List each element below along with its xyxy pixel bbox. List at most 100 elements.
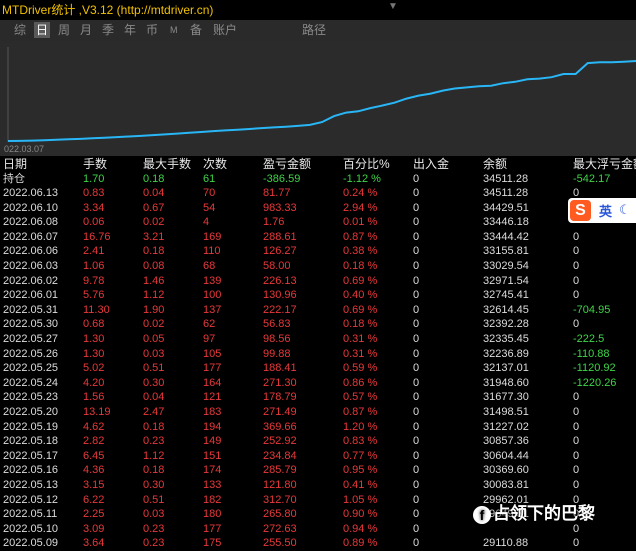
header-cell[interactable]: 出入金 [413,157,449,171]
table-row[interactable]: 2022.05.20 13.19 2.47 183 271.49 0.87 % 0 31498… [0,405,636,419]
cell-max_float: 0 [573,391,580,404]
header-cell[interactable]: 盈亏金额 [263,157,311,171]
cell-balance: 33029.54 [483,260,529,272]
tab-8[interactable]: 备 [188,22,204,38]
ime-language-indicator[interactable]: 英 [599,201,612,220]
table-row[interactable]: 2022.05.18 2.82 0.23 149 252.92 0.83 % 0 30857.… [0,434,636,448]
cell-pct: -1.12 % [343,173,381,185]
tab-3[interactable]: 月 [78,22,94,38]
table-row[interactable]: 2022.05.16 4.36 0.18 174 285.79 0.95 % 0 30369.… [0,463,636,477]
cell-flow: 0 [413,406,420,418]
table-row[interactable]: 2022.05.19 4.62 0.18 194 369.66 1.20 % 0 31227.… [0,420,636,434]
cell-lots: 0.68 [83,318,105,331]
cell-pnl: 226.13 [263,274,297,287]
table-row[interactable]: 2022.05.31 11.30 1.90 137 222.17 0.69 % 0 32614… [0,303,636,317]
summary-row[interactable]: 持仓 1.70 0.18 61 -386.59 -1.12 % 0 34511.28 -542.… [0,172,636,186]
cell-balance: 32137.01 [483,362,529,375]
cell-pnl: 369.66 [263,420,297,433]
cell-pnl: 98.56 [263,333,291,345]
cell-pnl: 178.79 [263,391,297,404]
cell-count: 137 [203,303,222,316]
cell-date: 2022.06.03 [3,260,59,272]
ime-toolbar[interactable]: S 英 ☾ [568,198,636,223]
cell-max_float: 0 [573,464,580,477]
table-row[interactable]: 2022.06.10 3.34 0.67 54 983.33 2.94 % 0 34429.5… [0,201,636,215]
cell-max_float: 0 [573,260,580,272]
table-row[interactable]: 2022.06.02 9.78 1.46 139 226.13 0.69 % 0 32971.… [0,274,636,288]
cell-date: 2022.05.26 [3,347,59,360]
tab-6[interactable]: 币 [144,22,160,38]
table-row[interactable]: 2022.05.25 5.02 0.51 177 188.41 0.59 % 0 32137.… [0,361,636,375]
cell-pnl: 58.00 [263,260,291,272]
cell-date: 持仓 [3,173,25,185]
cell-date: 2022.06.08 [3,216,59,229]
cell-count: 121 [203,391,222,404]
table-header: 日期 手数 最大手数次数 盈亏金额 百分比% 出入金 余额 最大浮亏金额 [0,157,636,171]
cell-max_lots: 0.03 [143,508,165,521]
cell-flow: 0 [413,245,420,258]
table-row[interactable]: 2022.05.23 1.56 0.04 121 178.79 0.57 % 0 31677.… [0,390,636,404]
table-row[interactable]: 2022.06.06 2.41 0.18 110 126.27 0.38 % 0 33155.… [0,244,636,258]
table-row[interactable]: 2022.05.09 3.64 0.23 175 255.50 0.89 % 0 29110.… [0,536,636,550]
cell-pct: 0.90 % [343,508,378,521]
header-cell[interactable]: 百分比% [343,157,390,171]
cell-flow: 0 [413,435,420,448]
cell-lots: 3.34 [83,201,105,214]
cell-max_float: -1220.26 [573,376,617,389]
cell-max_lots: 0.67 [143,201,165,214]
cell-count: 180 [203,508,222,521]
table-row[interactable]: 2022.05.13 3.15 0.30 133 121.80 0.41 % 0 30083.… [0,478,636,492]
cell-pct: 2.94 % [343,201,378,214]
cell-balance: 33446.18 [483,216,529,229]
table-row[interactable]: 2022.05.17 6.45 1.12 151 234.84 0.77 % 0 30604.… [0,449,636,463]
cell-pnl: 130.96 [263,289,297,302]
cell-max_lots: 3.21 [143,230,165,243]
tab-2[interactable]: 周 [56,22,72,38]
cell-flow: 0 [413,187,420,199]
header-cell[interactable]: 日期 [3,157,27,171]
cell-pct: 0.87 % [343,406,378,418]
cell-max_lots: 0.04 [143,187,165,199]
header-cell[interactable]: 余额 [483,157,507,171]
header-cell[interactable]: 次数 [203,157,227,171]
tab-10[interactable]: 路径 [300,22,328,38]
cell-pnl: -386.59 [263,173,301,185]
table-row[interactable]: 2022.05.30 0.68 0.02 62 56.83 0.18 % 0 32392.28… [0,317,636,331]
header-cell[interactable]: 最大手数 [143,157,191,171]
cell-count: 61 [203,173,216,185]
cell-pnl: 285.79 [263,464,297,477]
cell-balance: 34429.51 [483,201,529,214]
cell-pct: 1.05 % [343,493,378,506]
cell-flow: 0 [413,522,420,535]
tab-1[interactable]: 日 [34,22,51,38]
tab-5[interactable]: 年 [122,22,138,38]
cell-lots: 3.15 [83,479,105,491]
cell-date: 2022.05.12 [3,493,59,506]
table-row[interactable]: 2022.06.13 0.83 0.04 70 81.77 0.24 % 0 34511.28… [0,186,636,200]
tab-0[interactable]: 综 [12,22,28,38]
table-row[interactable]: 2022.05.27 1.30 0.05 97 98.56 0.31 % 0 32335.45… [0,332,636,346]
table-row[interactable]: 2022.06.07 16.76 3.21 169 288.61 0.87 % 0 33444… [0,230,636,244]
cell-lots: 2.82 [83,435,105,448]
cell-date: 2022.06.02 [3,274,59,287]
cell-pnl: 265.80 [263,508,297,521]
cell-count: 110 [203,245,221,258]
tab-9[interactable]: 账户 [211,22,239,38]
table-row[interactable]: 2022.05.24 4.20 0.30 164 271.30 0.86 % 0 31948.… [0,376,636,390]
table-row[interactable]: 2022.06.08 0.06 0.02 4 1.76 0.01 % 0 33446.18 [0,215,636,229]
tab-7[interactable]: M [168,22,180,38]
header-cell[interactable]: 最大浮亏金额 [573,157,636,171]
cell-lots: 3.09 [83,522,105,535]
cell-pct: 0.31 % [343,333,378,345]
cell-date: 2022.05.18 [3,435,59,448]
table-row[interactable]: 2022.06.03 1.06 0.08 68 58.00 0.18 % 0 33029.54… [0,259,636,273]
cell-date: 2022.05.11 [3,508,58,521]
cell-pnl: 312.70 [263,493,297,506]
header-cell[interactable]: 手数 [83,157,107,171]
cell-pct: 0.24 % [343,187,378,199]
moon-icon[interactable]: ☾ [619,202,631,218]
chevron-down-icon[interactable]: ▼ [388,0,398,16]
table-row[interactable]: 2022.06.01 5.76 1.12 100 130.96 0.40 % 0 32745.… [0,288,636,302]
table-row[interactable]: 2022.05.26 1.30 0.03 105 99.88 0.31 % 0 32236.8… [0,347,636,361]
tab-4[interactable]: 季 [100,22,116,38]
